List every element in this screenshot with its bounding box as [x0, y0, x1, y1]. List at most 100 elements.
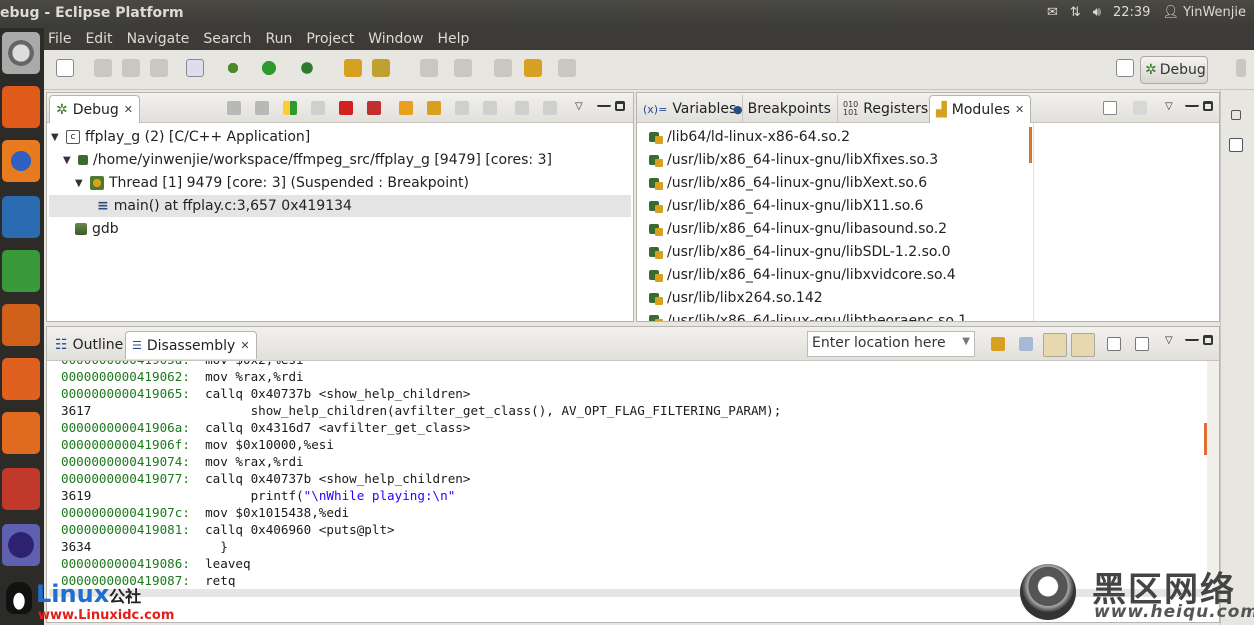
menu-search[interactable]: Search [203, 31, 251, 47]
view-menu-icon[interactable]: ▽ [1165, 335, 1179, 349]
files-icon[interactable] [2, 86, 40, 128]
menu-edit[interactable]: Edit [85, 31, 112, 47]
minimize-icon[interactable] [597, 101, 611, 107]
new-icon[interactable] [56, 59, 74, 77]
refresh-icon[interactable] [991, 337, 1005, 351]
forward-icon[interactable] [558, 59, 576, 77]
disassembly-line[interactable]: 0000000000419086: leaveq [61, 555, 251, 572]
debug-run-icon[interactable] [224, 59, 242, 77]
maximize-icon[interactable] [615, 101, 625, 111]
resume-icon[interactable] [283, 101, 297, 115]
column-divider[interactable] [1033, 123, 1034, 321]
volume-icon[interactable]: 🔊︎ [1093, 5, 1101, 20]
open-perspective-icon[interactable] [1116, 59, 1134, 77]
prev-annotation-icon[interactable] [454, 59, 472, 77]
back-icon[interactable] [524, 59, 542, 77]
close-icon[interactable]: ✕ [124, 103, 133, 116]
step-into-icon[interactable] [399, 101, 413, 115]
disassembly-line[interactable]: 0000000000419065: callq 0x40737b <show_h… [61, 385, 470, 402]
disassembly-line[interactable]: 3619 printf("\nWhile playing:\n" [61, 487, 455, 504]
module-row[interactable]: /usr/lib/x86_64-linux-gnu/libX11.so.6 [649, 198, 923, 214]
disassembly-line[interactable]: 0000000000419062: mov %rax,%rdi [61, 368, 304, 385]
disassembly-line[interactable]: 0000000000419077: callq 0x40737b <show_h… [61, 470, 470, 487]
home-icon[interactable] [1019, 337, 1033, 351]
instruction-stepping-icon[interactable] [515, 101, 529, 115]
new-view-icon[interactable] [1107, 337, 1121, 351]
module-row[interactable]: /usr/lib/x86_64-linux-gnu/libSDL-1.2.so.… [649, 244, 951, 260]
menu-window[interactable]: Window [368, 31, 423, 47]
network-icon[interactable]: ⇅ [1070, 5, 1081, 20]
menu-help[interactable]: Help [437, 31, 469, 47]
module-row[interactable]: /usr/lib/libx264.so.142 [649, 290, 823, 306]
clock[interactable]: 22:39 [1113, 5, 1150, 20]
expand-arrow-icon[interactable]: ▼ [51, 132, 61, 143]
disassembly-line[interactable]: 0000000000419081: callq 0x406960 <puts@p… [61, 521, 395, 538]
vertical-scrollbar[interactable] [1207, 361, 1219, 587]
settings-icon[interactable] [2, 468, 40, 510]
disassembly-line[interactable]: 3617 show_help_children(avfilter_get_cla… [61, 402, 781, 419]
use-step-filters-icon[interactable] [543, 101, 557, 115]
suspend-icon[interactable] [311, 101, 325, 115]
tab-disassembly[interactable]: ☰ Disassembly ✕ [125, 331, 257, 359]
minimize-icon[interactable] [1185, 101, 1199, 107]
close-icon[interactable]: ✕ [1015, 103, 1024, 116]
tab-debug[interactable]: ✲ Debug ✕ [49, 95, 140, 123]
load-symbols-icon[interactable] [1133, 101, 1147, 115]
save-all-icon[interactable] [122, 59, 140, 77]
tree-row[interactable]: gdb [75, 221, 119, 237]
open-folder-icon[interactable] [344, 59, 362, 77]
run-icon[interactable] [260, 59, 278, 77]
menu-run[interactable]: Run [265, 31, 292, 47]
binary-icon[interactable] [186, 59, 204, 77]
writer-icon[interactable] [2, 196, 40, 238]
mail-icon[interactable]: ✉ [1047, 5, 1058, 20]
last-edit-icon[interactable] [494, 59, 512, 77]
tree-row[interactable]: ▼ c ffplay_g (2) [C/C++ Application] [51, 129, 310, 145]
pin-icon[interactable] [1135, 337, 1149, 351]
debug-perspective-button[interactable]: ✲ Debug [1140, 56, 1208, 84]
step-over-icon[interactable] [427, 101, 441, 115]
connect-icon[interactable] [255, 101, 269, 115]
maximize-icon[interactable] [1203, 101, 1213, 111]
tab-registers[interactable]: 010 101 Registers [837, 95, 936, 123]
collapse-all-icon[interactable] [1103, 101, 1117, 115]
toolbar-overflow-icon[interactable] [1236, 59, 1246, 77]
ubuntu-one-icon[interactable] [2, 412, 40, 454]
save-icon[interactable] [94, 59, 112, 77]
tab-breakpoints[interactable]: ● Breakpoints [727, 95, 838, 123]
disassembly-line[interactable]: 000000000041906f: mov $0x10000,%esi [61, 436, 334, 453]
user-menu[interactable]: 👤︎ YinWenjie [1162, 5, 1246, 20]
terminate-icon[interactable] [339, 101, 353, 115]
disassembly-line[interactable]: 000000000041907c: mov $0x1015438,%edi [61, 504, 349, 521]
impress-icon[interactable] [2, 304, 40, 346]
dash-home-icon[interactable] [2, 32, 40, 74]
location-input[interactable]: Enter location here ▼ [807, 331, 975, 357]
disassembly-line[interactable]: 0000000000419074: mov %rax,%rdi [61, 453, 304, 470]
drop-to-frame-icon[interactable] [483, 101, 497, 115]
disassembly-line[interactable]: 3634 } [61, 538, 228, 555]
expand-arrow-icon[interactable]: ▼ [75, 178, 85, 189]
expand-arrow-icon[interactable]: ▼ [63, 155, 73, 166]
menu-file[interactable]: File [48, 31, 71, 47]
tree-row[interactable]: ▼ /home/yinwenjie/workspace/ffmpeg_src/f… [63, 152, 552, 168]
external-tools-icon[interactable] [298, 59, 316, 77]
disassembly-line[interactable]: 000000000041905d: mov $0x2,%esi [61, 361, 304, 368]
module-row[interactable]: /usr/lib/x86_64-linux-gnu/libasound.so.2 [649, 221, 947, 237]
module-row[interactable]: /usr/lib/x86_64-linux-gnu/libtheoraenc.s… [649, 313, 967, 321]
dropdown-icon[interactable]: ▼ [962, 336, 970, 347]
maximize-icon[interactable] [1203, 335, 1213, 345]
firefox-icon[interactable] [2, 140, 40, 182]
editor-area-icon[interactable] [1229, 138, 1243, 152]
step-return-icon[interactable] [455, 101, 469, 115]
module-row[interactable]: /usr/lib/x86_64-linux-gnu/libxvidcore.so… [649, 267, 956, 283]
open-type-icon[interactable] [372, 59, 390, 77]
close-icon[interactable]: ✕ [240, 339, 249, 352]
restore-icon[interactable] [1231, 110, 1241, 120]
next-annotation-icon[interactable] [420, 59, 438, 77]
tree-row[interactable]: ≡ main() at ffplay.c:3,657 0x419134 [97, 198, 352, 214]
disassembly-line[interactable]: 000000000041906a: callq 0x4316d7 <avfilt… [61, 419, 470, 436]
print-icon[interactable] [150, 59, 168, 77]
disconnect-icon[interactable] [367, 101, 381, 115]
link-with-debug-icon[interactable] [1043, 333, 1067, 357]
view-menu-icon[interactable]: ▽ [575, 101, 589, 115]
